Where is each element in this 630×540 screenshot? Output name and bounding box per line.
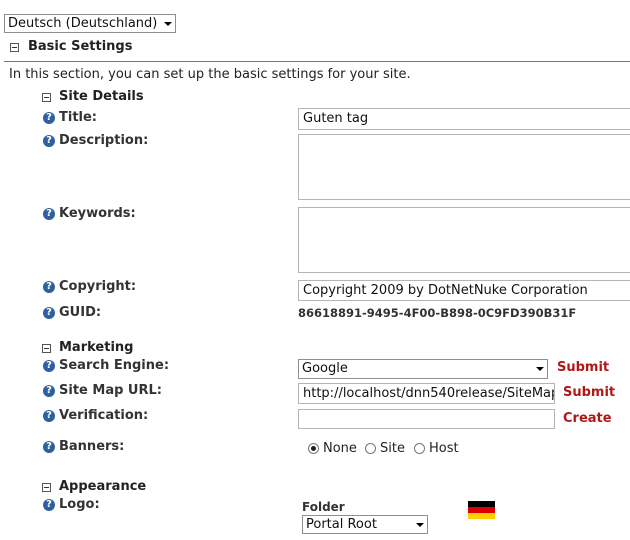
section-description: In this section, you can set up the basi… <box>9 67 411 82</box>
help-icon[interactable]: ? <box>43 410 55 422</box>
title-label: Title: <box>59 110 98 125</box>
collapse-appearance-icon[interactable] <box>42 483 51 492</box>
description-label: Description: <box>59 133 149 148</box>
chevron-down-icon <box>536 367 544 371</box>
guid-value: 86618891-9495-4F00-B898-0C9FD390B31F <box>298 306 577 320</box>
search-engine-label: Search Engine: <box>59 358 170 373</box>
sitemap-url-input[interactable]: http://localhost/dnn540release/SiteMap.a… <box>298 383 555 404</box>
marketing-title: Marketing <box>59 340 134 355</box>
collapse-site-details-icon[interactable] <box>42 93 51 102</box>
help-icon[interactable]: ? <box>43 499 55 511</box>
help-icon[interactable]: ? <box>43 135 55 147</box>
verification-create-link[interactable]: Create <box>563 411 612 426</box>
search-engine-select[interactable]: Google <box>298 359 548 379</box>
help-icon[interactable]: ? <box>43 112 55 124</box>
logo-label: Logo: <box>59 497 100 512</box>
appearance-title: Appearance <box>59 479 147 494</box>
banners-label: Banners: <box>59 439 125 454</box>
banner-none-radio[interactable] <box>308 443 319 454</box>
help-icon[interactable]: ? <box>43 441 55 453</box>
copyright-input[interactable]: Copyright 2009 by DotNetNuke Corporation <box>298 280 630 301</box>
copyright-label: Copyright: <box>59 279 137 294</box>
folder-select-value: Portal Root <box>306 517 377 532</box>
banner-none-label: None <box>323 441 357 456</box>
banner-host-radio[interactable] <box>414 443 425 454</box>
help-icon[interactable]: ? <box>43 307 55 319</box>
verification-label: Verification: <box>59 408 149 423</box>
keywords-textarea[interactable] <box>298 207 630 273</box>
folder-select[interactable]: Portal Root <box>302 515 428 534</box>
basic-settings-title: Basic Settings <box>28 39 133 54</box>
collapse-marketing-icon[interactable] <box>42 344 51 353</box>
guid-label: GUID: <box>59 305 102 320</box>
sitemap-url-label: Site Map URL: <box>59 383 162 398</box>
description-textarea[interactable] <box>298 134 630 200</box>
keywords-label: Keywords: <box>59 206 136 221</box>
section-divider <box>4 61 630 62</box>
banner-site-radio[interactable] <box>365 443 376 454</box>
sitemap-submit-link[interactable]: Submit <box>563 385 615 400</box>
language-select-value: Deutsch (Deutschland) <box>8 16 158 31</box>
language-select[interactable]: Deutsch (Deutschland) <box>4 14 176 33</box>
site-details-title: Site Details <box>59 89 144 104</box>
help-icon[interactable]: ? <box>43 385 55 397</box>
chevron-down-icon <box>164 22 172 26</box>
verification-input[interactable] <box>298 409 555 429</box>
help-icon[interactable]: ? <box>43 281 55 293</box>
banner-host-label: Host <box>429 441 459 456</box>
german-flag-icon <box>468 501 495 519</box>
folder-label: Folder <box>302 500 345 514</box>
chevron-down-icon <box>416 523 424 527</box>
banner-site-label: Site <box>380 441 405 456</box>
search-engine-submit-link[interactable]: Submit <box>557 360 609 375</box>
help-icon[interactable]: ? <box>43 208 55 220</box>
collapse-basic-settings-icon[interactable] <box>10 43 19 52</box>
help-icon[interactable]: ? <box>43 360 55 372</box>
title-input[interactable]: Guten tag <box>298 108 630 130</box>
search-engine-value: Google <box>302 361 348 376</box>
